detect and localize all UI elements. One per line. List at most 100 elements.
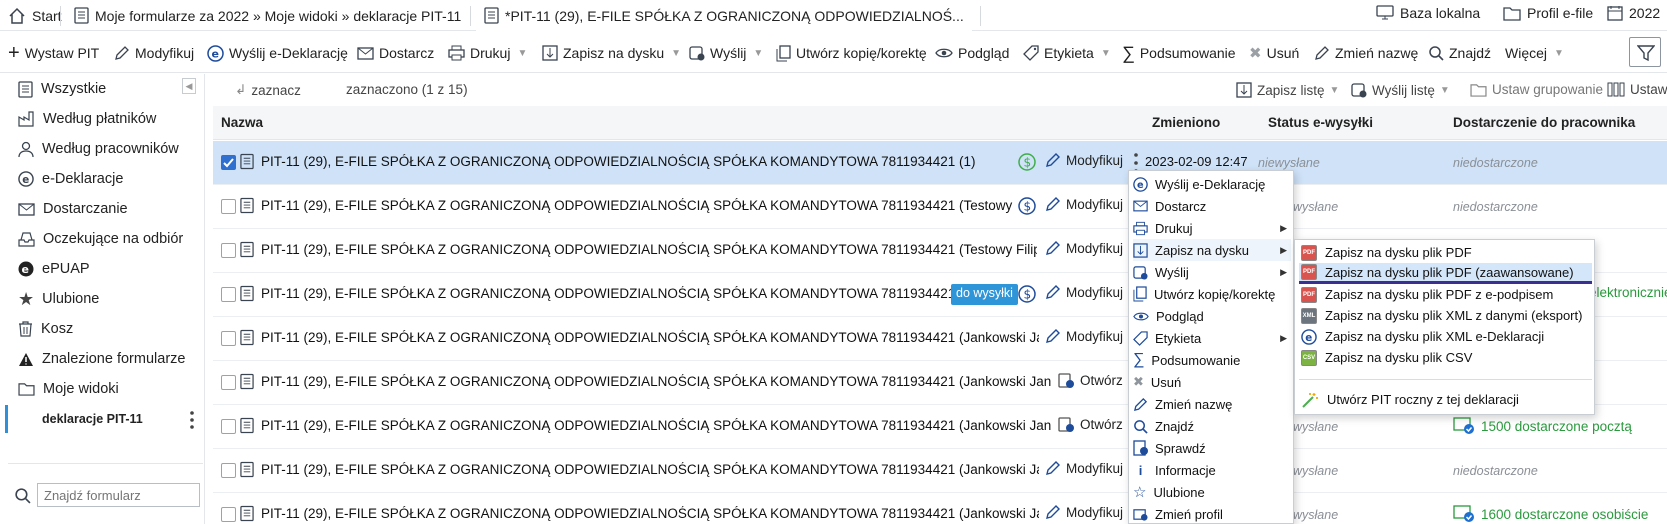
modify-link[interactable]: Modyfikuj [1045, 284, 1123, 300]
submenu-item-save-pdf[interactable]: PDF Zapisz na dysku plik PDF [1299, 242, 1592, 263]
search-icon [14, 487, 31, 504]
sidebar-item-favorites[interactable]: ★ Ulubione [18, 287, 99, 311]
summary-button[interactable]: ∑ Podsumowanie [1122, 41, 1236, 65]
submenu-item-save-xml-export[interactable]: XML Zapisz na dysku plik XML z danymi (ek… [1299, 305, 1592, 326]
set-grouping-button[interactable]: Ustaw grupowanie [1470, 82, 1603, 97]
column-status[interactable]: Status e-wysyłki [1268, 115, 1373, 130]
row-name: PIT-11 (29), E-FILE SPÓŁKA Z OGRANICZONĄ… [261, 506, 1039, 521]
tab-my-views[interactable]: Moje formularze za 2022 » Moje widoki » … [66, 0, 469, 31]
more-button[interactable]: Więcej ▼ [1505, 41, 1564, 65]
row-checkbox[interactable] [221, 507, 236, 522]
close-icon: ✖ [1133, 374, 1144, 389]
modify-link[interactable]: Modyfikuj [1045, 328, 1123, 344]
modify-link[interactable]: Modyfikuj [1045, 240, 1123, 256]
kebab-menu-icon[interactable] [190, 411, 194, 429]
preview-button[interactable]: Podgląd [935, 41, 1009, 65]
submenu-item-create-annual-pit[interactable]: Utwórz PIT roczny z tej deklaracji [1299, 389, 1592, 410]
sidebar-item-pit11-view[interactable]: deklaracje PIT-11 [42, 407, 143, 431]
row-checkbox[interactable] [221, 243, 236, 258]
menu-item-print[interactable]: Drukuj ▶ [1133, 217, 1291, 239]
table-row[interactable]: PIT-11 (29), E-FILE SPÓŁKA Z OGRANICZONĄ… [213, 493, 1667, 524]
open-link[interactable]: Otwórz [1058, 416, 1123, 433]
issue-pit-button[interactable]: + Wystaw PIT [8, 41, 99, 65]
sigma-icon: ∑ [1133, 351, 1145, 368]
menu-item-delete[interactable]: ✖ Usuń [1133, 371, 1291, 393]
row-status: wysłane [1293, 200, 1339, 214]
menu-item-save-to-disk[interactable]: Zapisz na dysku ▶ [1133, 239, 1291, 261]
tab-label: Moje formularze za 2022 » Moje widoki » … [95, 7, 462, 24]
modify-link[interactable]: Modyfikuj [1045, 504, 1123, 520]
open-link[interactable]: Otwórz [1058, 372, 1123, 389]
menu-item-label[interactable]: Etykieta ▶ [1133, 327, 1291, 349]
menu-item-rename[interactable]: Zmień nazwę [1133, 393, 1291, 415]
year-button[interactable]: 2022 [1607, 0, 1660, 26]
menu-item-preview[interactable]: Podgląd [1133, 305, 1291, 327]
row-checkbox[interactable] [221, 463, 236, 478]
profile-button[interactable]: Profil e-file [1503, 0, 1593, 26]
save-to-disk-button[interactable]: Zapisz na dysku ▼ [542, 41, 681, 65]
sidebar-item-trash[interactable]: Kosz [18, 317, 73, 341]
send-list-button[interactable]: Wyślij listę ▼ [1351, 82, 1450, 98]
sidebar-item-delivery[interactable]: Dostarczanie [18, 197, 128, 221]
menu-item-deliver[interactable]: Dostarcz [1133, 195, 1291, 217]
send-edeclaration-button[interactable]: e Wyślij e-Deklarację [207, 41, 348, 65]
menu-item-check[interactable]: Sprawdź [1133, 437, 1291, 459]
set-columns-button[interactable]: Ustaw [1607, 82, 1667, 97]
row-checkbox[interactable] [221, 287, 236, 302]
menu-item-info[interactable]: i Informacje [1133, 459, 1291, 481]
search-input[interactable] [37, 483, 200, 507]
menu-item-summary[interactable]: ∑ Podsumowanie [1133, 349, 1291, 371]
table-row[interactable]: PIT-11 (29), E-FILE SPÓŁKA Z OGRANICZONĄ… [213, 185, 1667, 229]
sidebar-item-by-employees[interactable]: Według pracowników [18, 137, 179, 161]
table-row[interactable]: PIT-11 (29), E-FILE SPÓŁKA Z OGRANICZONĄ… [213, 141, 1667, 185]
local-database-button[interactable]: Baza lokalna [1376, 0, 1480, 26]
modify-button[interactable]: Modyfikuj [114, 41, 194, 65]
column-changed[interactable]: Zmieniono [1152, 115, 1220, 130]
row-status: wysłane [1293, 420, 1339, 434]
submenu-item-save-pdf-advanced[interactable]: PDF Zapisz na dysku plik PDF (zaawansowan… [1299, 263, 1592, 284]
row-checkbox[interactable] [221, 419, 236, 434]
create-copy-button[interactable]: Utwórz kopię/korektę [776, 41, 927, 65]
tab-pit11-document[interactable]: *PIT-11 (29), E-FILE SPÓŁKA Z OGRANICZON… [476, 0, 972, 31]
find-button[interactable]: Znajdź [1428, 41, 1491, 65]
sidebar-item-found[interactable]: Znalezione formularze [18, 347, 185, 371]
menu-item-change-profile[interactable]: Zmień profil [1133, 503, 1291, 524]
sidebar-item-epuap[interactable]: e ePUAP [18, 257, 90, 281]
rename-button[interactable]: Zmień nazwę [1314, 41, 1418, 65]
submenu-item-save-xml-edeclaration[interactable]: e Zapisz na dysku plik XML e-Deklaracji [1299, 326, 1592, 347]
sidebar-item-by-payers[interactable]: Według płatników [18, 107, 156, 131]
menu-item-create-copy[interactable]: Utwórz kopię/korektę [1133, 283, 1291, 305]
submenu-item-save-pdf-esign[interactable]: PDF Zapisz na dysku plik PDF z e-podpisem [1299, 284, 1592, 305]
row-delivery: elektronicznie [1589, 285, 1667, 300]
sidebar-item-my-views[interactable]: Moje widoki [18, 377, 119, 401]
save-icon [1236, 82, 1252, 98]
modify-link[interactable]: Modyfikuj [1045, 152, 1123, 168]
sidebar-item-all[interactable]: Wszystkie [18, 77, 106, 101]
deliver-button[interactable]: Dostarcz [357, 41, 434, 65]
menu-item-send-edeclaration[interactable]: e Wyślij e-Deklarację [1133, 173, 1291, 195]
menu-item-favorites[interactable]: ☆ Ulubione [1133, 481, 1291, 503]
column-name[interactable]: Nazwa [221, 115, 263, 130]
sidebar-item-edeclarations[interactable]: e e-Deklaracje [18, 167, 123, 191]
modify-link[interactable]: Modyfikuj [1045, 196, 1123, 212]
row-checkbox[interactable] [221, 155, 236, 170]
table-row[interactable]: PIT-11 (29), E-FILE SPÓŁKA Z OGRANICZONĄ… [213, 449, 1667, 493]
row-checkbox[interactable] [221, 331, 236, 346]
collapse-sidebar-button[interactable]: ◀ [182, 78, 196, 94]
select-button[interactable]: ↲ zaznacz [235, 82, 301, 98]
row-checkbox[interactable] [221, 375, 236, 390]
sidebar-item-pending[interactable]: Oczekujące na odbiór [18, 227, 183, 251]
send-button[interactable]: Wyślij ▼ [689, 41, 763, 65]
filter-button[interactable] [1629, 37, 1661, 67]
row-checkbox[interactable] [221, 199, 236, 214]
document-icon [240, 461, 254, 478]
submenu-item-save-csv[interactable]: CSV Zapisz na dysku plik CSV [1299, 347, 1592, 368]
save-list-button[interactable]: Zapisz listę ▼ [1236, 82, 1339, 98]
menu-item-send[interactable]: Wyślij ▶ [1133, 261, 1291, 283]
modify-link[interactable]: Modyfikuj [1045, 460, 1123, 476]
menu-item-find[interactable]: Znajdź [1133, 415, 1291, 437]
print-button[interactable]: Drukuj ▼ [448, 41, 527, 65]
label-button[interactable]: Etykieta ▼ [1023, 41, 1111, 65]
delete-button[interactable]: ✖ Usuń [1249, 41, 1299, 65]
column-delivery[interactable]: Dostarczenie do pracownika [1453, 115, 1635, 130]
